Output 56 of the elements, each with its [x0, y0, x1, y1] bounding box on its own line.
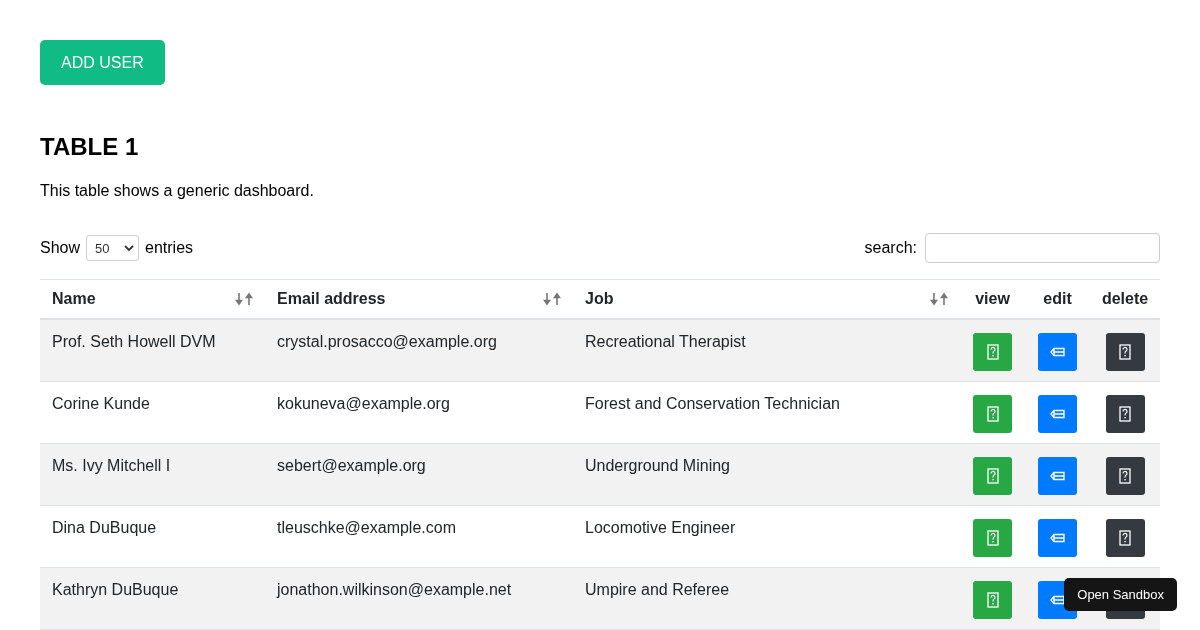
pencil-icon: [1049, 532, 1066, 543]
name-cell: Dina DuBuque: [52, 518, 157, 536]
job-cell: Recreational Therapist: [585, 333, 746, 350]
table-title: TABLE 1: [40, 133, 140, 161]
missing-glyph-icon: [986, 467, 999, 484]
column-header: edit: [1043, 290, 1072, 308]
entries-label: entries: [145, 239, 194, 257]
pencil-icon: [1049, 408, 1066, 419]
email-cell: tleuschke@example.com: [277, 518, 456, 536]
delete-button[interactable]: [1105, 394, 1145, 433]
name-cell: Kathryn DuBuque: [52, 580, 179, 598]
sort-arrows-icon[interactable]: [930, 291, 948, 307]
pencil-icon: [1049, 470, 1066, 481]
view-button[interactable]: [973, 394, 1012, 433]
sort-arrows-icon[interactable]: [543, 291, 561, 307]
job-cell: Forest and Conservation Technician: [585, 394, 840, 412]
entries-select[interactable]: 50: [86, 235, 140, 261]
delete-button[interactable]: [1105, 518, 1145, 557]
column-header: delete: [1101, 290, 1149, 308]
sort-arrows-icon[interactable]: [235, 291, 253, 307]
search-field[interactable]: [925, 233, 1160, 263]
open-sandbox-tooltip[interactable]: Open Sandbox: [1064, 578, 1177, 611]
missing-glyph-icon: [1119, 405, 1131, 422]
name-cell: Ms. Ivy Mitchell I: [52, 456, 171, 474]
view-button[interactable]: [973, 518, 1012, 557]
column-header: Job: [585, 290, 614, 308]
view-button[interactable]: [973, 580, 1012, 619]
missing-glyph-icon: [986, 529, 999, 546]
email-cell: jonathon.wilkinson@example.net: [277, 580, 512, 598]
column-header: view: [975, 290, 1010, 308]
pencil-icon: [1049, 594, 1066, 605]
table-description: This table shows a generic dashboard.: [40, 181, 315, 201]
pencil-icon: [1049, 347, 1066, 357]
email-cell: crystal.prosacco@example.org: [277, 333, 497, 350]
column-header: Name: [52, 290, 96, 308]
delete-button[interactable]: [1105, 456, 1145, 495]
missing-glyph-icon: [986, 591, 999, 608]
job-cell: Locomotive Engineer: [585, 518, 736, 536]
email-cell: sebert@example.org: [277, 456, 426, 474]
missing-glyph-icon: [1119, 529, 1131, 546]
missing-glyph-icon: [986, 344, 999, 360]
name-cell: Corine Kunde: [52, 394, 150, 412]
name-cell: Prof. Seth Howell DVM: [52, 333, 216, 350]
chevron-down-icon: [124, 244, 135, 252]
column-header: Email address: [277, 290, 386, 308]
job-cell: Umpire and Referee: [585, 580, 730, 598]
search-label: search:: [864, 239, 917, 257]
view-button[interactable]: [973, 456, 1012, 495]
missing-glyph-icon: [1119, 467, 1131, 484]
view-button[interactable]: [973, 333, 1012, 371]
email-cell: kokuneva@example.org: [277, 394, 450, 412]
show-label: Show: [40, 239, 81, 257]
job-cell: Underground Mining: [585, 456, 730, 474]
delete-button[interactable]: [1105, 333, 1145, 371]
missing-glyph-icon: [1119, 344, 1131, 360]
missing-glyph-icon: [986, 405, 999, 422]
